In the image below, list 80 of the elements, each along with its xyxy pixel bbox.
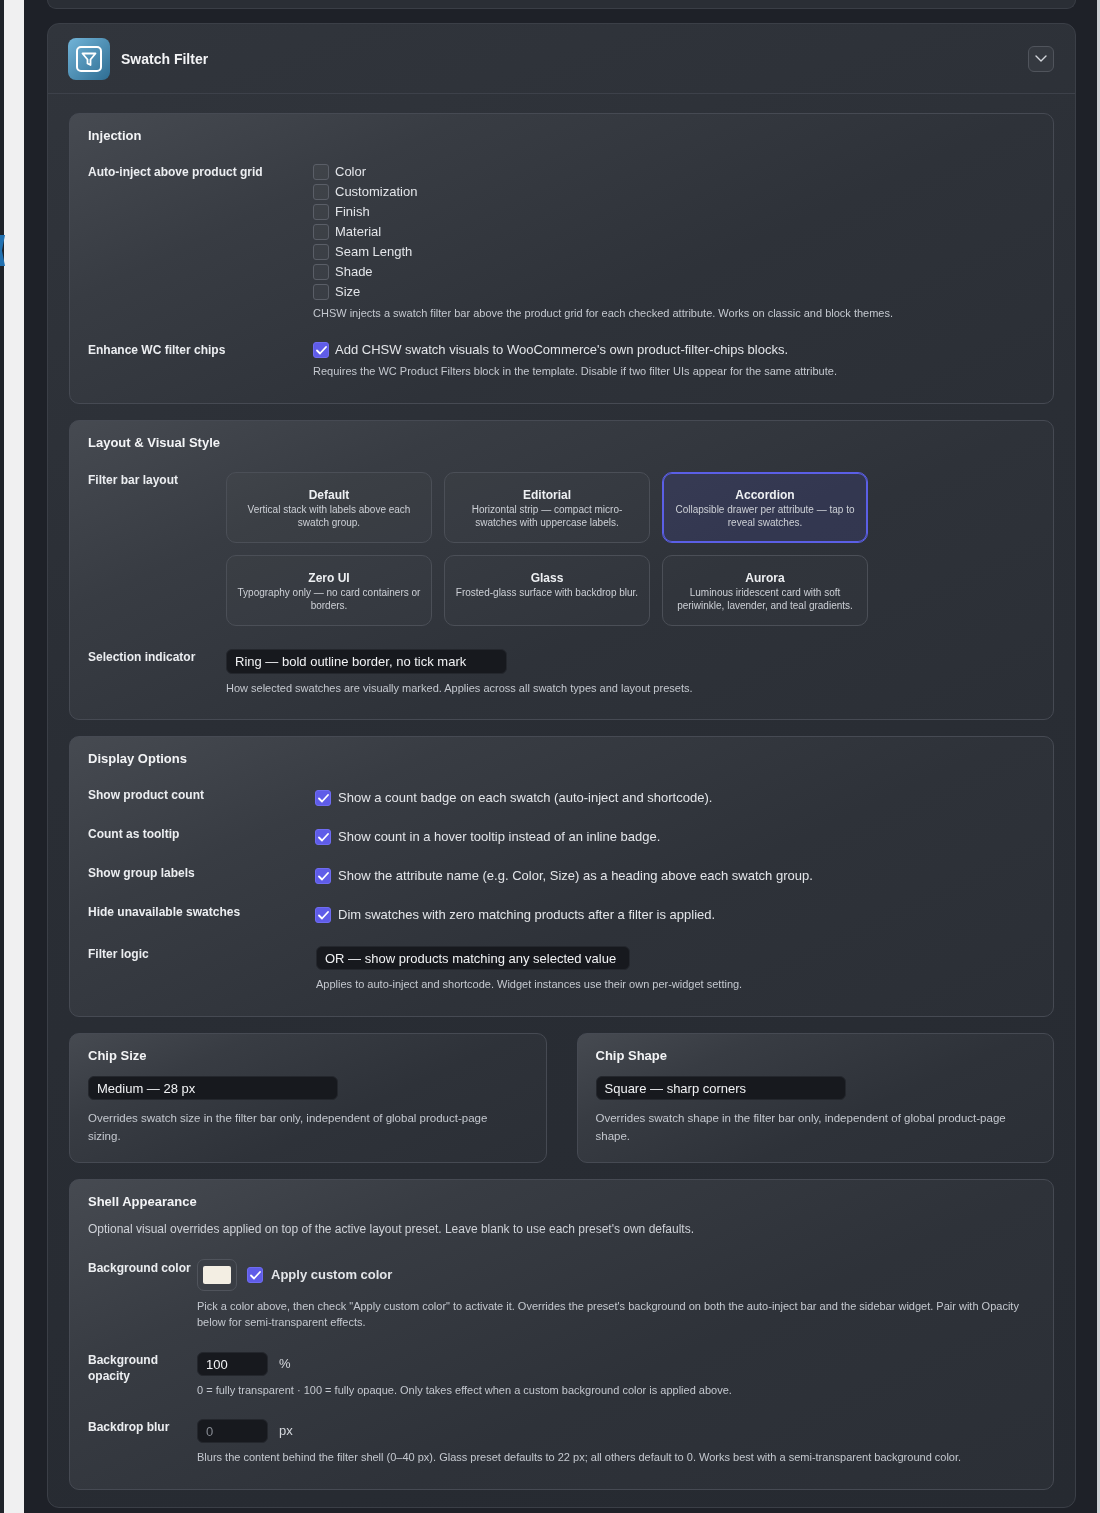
help-text: Blurs the content behind the filter shell (0–40 px). Glass preset defaults to 22 px; all others default to 0. Works best with a semi-transparent background color.: [197, 1450, 962, 1464]
setting-label: Backdrop blur: [88, 1419, 171, 1435]
checkbox[interactable]: [313, 184, 329, 200]
option-label: Show the attribute name (e.g. Color, Size) as a heading above each swatch group.: [338, 867, 813, 885]
checkbox[interactable]: [313, 204, 329, 220]
collapse-button[interactable]: [1028, 45, 1054, 72]
setting-label: Auto-inject above product grid: [88, 164, 264, 181]
help-text: Requires the WC Product Filters block in the template. Disable if two filter UIs appear for the same attribute.: [313, 364, 837, 378]
color-picker-button[interactable]: [197, 1259, 237, 1291]
checkmark-icon: [317, 793, 329, 803]
option-label: Add CHSW swatch visuals to WooCommerce's own product-filter-chips blocks.: [335, 341, 789, 359]
layout-preset-card[interactable]: Editorial Horizontal strip — compact micro-swatches with uppercase labels.: [444, 472, 650, 543]
select-field[interactable]: Square — sharp corners: [595, 1076, 846, 1100]
checkbox[interactable]: [313, 284, 329, 300]
number-input[interactable]: 100: [197, 1352, 268, 1376]
help-text: Overrides swatch shape in the filter bar only, independent of global product-page shape.: [595, 1111, 1007, 1144]
checkbox[interactable]: [315, 907, 331, 923]
option-label: Size: [335, 283, 361, 301]
setting-label: Background color: [88, 1260, 192, 1277]
setting-label: Filter logic: [88, 946, 150, 962]
section-title: Chip Size: [88, 1048, 148, 1064]
setting-label: Background opacity: [88, 1352, 159, 1384]
option-label: Finish: [335, 203, 370, 221]
setting-label: Enhance WC filter chips: [88, 342, 227, 359]
checkbox[interactable]: [247, 1267, 263, 1283]
chevron-down-icon: [1035, 55, 1047, 62]
checkbox[interactable]: [313, 342, 329, 358]
select-field[interactable]: Medium — 28 px: [88, 1076, 338, 1100]
setting-label: Filter bar layout: [88, 472, 180, 488]
filter-icon: [68, 37, 110, 80]
help-text: Applies to auto-inject and shortcode. Widget instances use their own per-widget setting.: [316, 977, 743, 991]
setting-label: Show product count: [88, 788, 205, 802]
setting-label: Selection indicator: [88, 649, 197, 665]
help-text: Overrides swatch size in the filter bar only, independent of global product-page sizing.: [88, 1111, 489, 1144]
checkbox[interactable]: [315, 790, 331, 806]
layout-preset-card[interactable]: Aurora Luminous iridescent card with soft periwinkle, lavender, and teal gradients.: [662, 555, 868, 626]
option-label: Seam Length: [335, 243, 413, 261]
layout-preset-card[interactable]: Zero UI Typography only — no card containers or borders.: [226, 555, 432, 626]
checkmark-icon: [315, 345, 327, 355]
help-text: How selected swatches are visually marked. Applies across all swatch types and layout presets.: [226, 681, 693, 695]
unit-label: %: [279, 1356, 291, 1372]
checkbox[interactable]: [313, 244, 329, 260]
section-title: Layout & Visual Style: [88, 435, 221, 451]
checkbox[interactable]: [315, 868, 331, 884]
unit-label: px: [279, 1423, 293, 1439]
setting-label: Count as tooltip: [88, 827, 181, 841]
section-title: Injection: [88, 128, 143, 144]
checkmark-icon: [317, 832, 329, 842]
section-title: Chip Shape: [595, 1048, 668, 1064]
checkmark-icon: [317, 871, 329, 881]
select-field[interactable]: OR — show products matching any selected value: [316, 946, 630, 970]
layout-preset-card[interactable]: Default Vertical stack with labels above each swatch group.: [226, 472, 432, 543]
section-title: Display Options: [88, 751, 188, 767]
section-description: Optional visual overrides applied on top of the active layout preset. Leave blank to use each preset's own defaults.: [88, 1221, 695, 1237]
setting-label: Hide unavailable swatches: [88, 905, 242, 919]
help-text: CHSW injects a swatch filter bar above the product grid for each checked attribute. Works on classic and block themes.: [313, 306, 893, 320]
arrow-icon[interactable]: [0, 235, 5, 266]
section-title: Shell Appearance: [88, 1194, 198, 1210]
checkbox[interactable]: [313, 224, 329, 240]
option-label: Material: [335, 223, 382, 241]
checkbox[interactable]: [315, 829, 331, 845]
option-label: Customization: [335, 183, 418, 201]
checkmark-icon: [317, 910, 329, 920]
panel-title: Swatch Filter: [121, 49, 209, 68]
checkbox[interactable]: [313, 164, 329, 180]
option-label: Show count in a hover tooltip instead of an inline badge.: [338, 828, 661, 846]
option-label: Dim swatches with zero matching products after a filter is applied.: [338, 906, 716, 924]
option-label: Show a count badge on each swatch (auto-inject and shortcode).: [338, 789, 713, 807]
layout-preset-card[interactable]: Accordion Collapsible drawer per attribute — tap to reveal swatches.: [662, 472, 868, 543]
number-input[interactable]: 0: [197, 1419, 268, 1443]
option-label: Color: [335, 163, 367, 181]
checkmark-icon: [249, 1270, 261, 1280]
option-label: Apply custom color: [271, 1266, 393, 1284]
layout-preset-card[interactable]: Glass Frosted-glass surface with backdrop blur.: [444, 555, 650, 626]
help-text: 0 = fully transparent · 100 = fully opaque. Only takes effect when a custom background color is applied above.: [197, 1383, 732, 1397]
option-label: Shade: [335, 263, 373, 281]
help-text: Pick a color above, then check "Apply custom color" to activate it. Overrides the preset's background on both the auto-inject bar and the sidebar widget. Pair with Opacity below for semi-transparent effects.: [197, 1299, 1020, 1330]
setting-label: Show group labels: [88, 866, 196, 880]
select-field[interactable]: Ring — bold outline border, no tick mark: [226, 649, 507, 674]
checkbox[interactable]: [313, 264, 329, 280]
